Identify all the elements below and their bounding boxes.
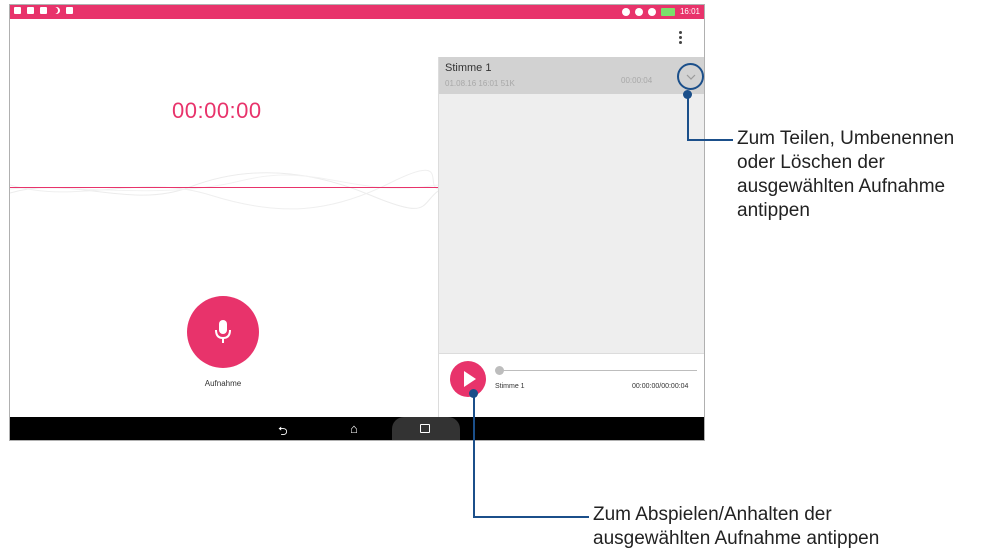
tablet-screen: 16:01 00:00:00 Aufnahme Stimme 1 01.08.1… <box>9 4 705 441</box>
player-title: Stimme 1 <box>495 383 525 390</box>
waveform <box>10 169 438 210</box>
moon-icon <box>53 7 60 14</box>
seek-thumb[interactable] <box>495 366 504 375</box>
shield-icon <box>40 7 47 14</box>
recording-timer: 00:00:00 <box>172 98 262 123</box>
wifi-icon <box>647 7 656 16</box>
status-time: 16:01 <box>679 7 700 16</box>
home-icon[interactable]: ⌂ <box>350 421 358 436</box>
overflow-menu-icon[interactable] <box>676 31 684 45</box>
recordings-panel: Stimme 1 01.08.16 16:01 51K 00:00:04 Sti… <box>438 57 704 419</box>
back-icon[interactable]: ⮌ <box>278 422 288 440</box>
callout-expand-text: Zum Teilen, Umbenennen oder Löschen der … <box>737 128 955 221</box>
record-button[interactable] <box>187 296 259 368</box>
waveform-baseline <box>10 187 438 188</box>
recording-duration: 00:00:04 <box>621 76 653 85</box>
callout-line-expand-v <box>687 94 689 140</box>
recording-list-item[interactable]: Stimme 1 01.08.16 16:01 51K 00:00:04 <box>439 57 704 94</box>
recording-meta: 01.08.16 16:01 51K <box>445 79 515 88</box>
notification-icons <box>14 7 73 14</box>
bluetooth-icon <box>621 7 630 16</box>
recording-name: Stimme 1 <box>445 62 492 74</box>
recent-apps-icon[interactable] <box>420 424 430 433</box>
player-time: 00:00:00/00:00:04 <box>632 383 689 390</box>
status-bar: 16:01 <box>10 5 704 19</box>
moon-icon <box>634 7 643 16</box>
mail-icon <box>27 7 34 14</box>
callout-play-text: Zum Abspielen/Anhalten der ausgewählten … <box>593 504 880 549</box>
callout-line-expand-h <box>687 139 733 141</box>
playback-bar: Stimme 1 00:00:00/00:00:04 <box>439 353 704 419</box>
navigation-bar: ⮌ ⌂ <box>10 417 704 440</box>
expand-options-button[interactable] <box>677 63 704 90</box>
sd-card-icon <box>66 7 73 14</box>
play-button[interactable] <box>450 361 486 397</box>
chevron-down-icon <box>686 74 695 80</box>
system-icons: 16:01 <box>621 7 700 16</box>
seek-bar[interactable] <box>497 370 697 371</box>
callout-line-play-h <box>473 516 589 518</box>
record-label: Aufnahme <box>204 379 242 388</box>
battery-icon <box>660 7 675 16</box>
microphone-icon <box>215 320 231 343</box>
callout-line-play-v <box>473 393 475 517</box>
notification-icon <box>14 7 21 14</box>
